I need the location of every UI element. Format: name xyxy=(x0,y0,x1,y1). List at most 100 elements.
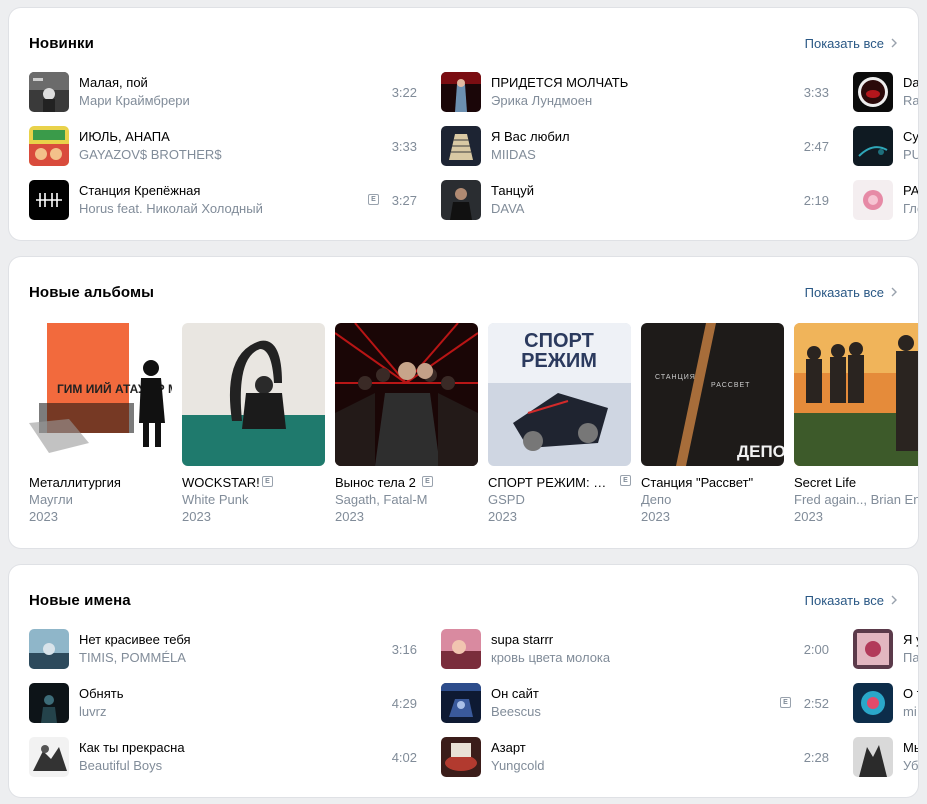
track-row[interactable]: Станция Крепёжная Horus feat. Николай Хо… xyxy=(29,173,417,227)
track-text: Танцуй DAVA xyxy=(491,182,534,218)
track-row[interactable]: Азарт Yungcold 2:28 xyxy=(441,730,829,784)
track-row[interactable]: Я Вас любил MIIDAS 2:47 xyxy=(441,119,829,173)
track-artist[interactable]: TIMIS, POMMÉLA xyxy=(79,649,191,667)
album-card[interactable]: WOCKSTAR! E White Punk 2023 xyxy=(182,323,325,525)
album-title: Металлитургия xyxy=(29,475,121,490)
track-row[interactable]: ИЮЛЬ, АНАПА GAYAZOV$ BROTHER$ 3:33 xyxy=(29,119,417,173)
track-cover xyxy=(29,629,69,669)
album-artist[interactable]: GSPD xyxy=(488,491,631,508)
cover-text: ДЕПО xyxy=(737,442,784,461)
track-text: ПРИДЕТСЯ МОЛЧАТЬ Эрика Лундмоен xyxy=(491,74,628,110)
album-card[interactable]: ГИМ ИИЙ АТАУР Р МЕТАЛЛ Металлитургия Мау… xyxy=(29,323,172,525)
track-title: Я у xyxy=(903,632,918,647)
new-names-section: Новые имена Показать все Нет красивее те… xyxy=(9,565,918,797)
track-cover xyxy=(441,126,481,166)
section-title: Новинки xyxy=(29,34,94,52)
track-artist[interactable]: mi xyxy=(903,703,918,721)
track-artist[interactable]: Horus feat. Николай Холодный xyxy=(79,200,263,218)
track-row[interactable]: Мы Уб xyxy=(853,730,918,784)
album-year: 2023 xyxy=(794,509,823,524)
track-title: Da xyxy=(903,75,918,90)
track-artist[interactable]: GAYAZOV$ BROTHER$ xyxy=(79,146,222,164)
album-title: Вынос тела 2 xyxy=(335,475,416,490)
track-artist[interactable]: Beescus xyxy=(491,703,541,721)
track-row[interactable]: Су PU xyxy=(853,119,918,173)
track-text: Малая, пой Мари Краймбрери xyxy=(79,74,190,110)
track-row[interactable]: Малая, пой Мари Краймбрери 3:22 xyxy=(29,65,417,119)
album-card[interactable]: Secret Life Fred again.., Brian Eno 2023 xyxy=(794,323,918,525)
track-artist[interactable]: Yungcold xyxy=(491,757,545,775)
show-all-link[interactable]: Показать все xyxy=(805,36,898,51)
album-artist[interactable]: Депо xyxy=(641,491,784,508)
album-title: СПОРТ РЕЖИМ: К… xyxy=(488,475,610,490)
track-cover xyxy=(441,72,481,112)
album-cover: СТАНЦИЯ РАССВЕТ ДЕПО xyxy=(641,323,784,466)
track-row[interactable]: Он сайт Beescus E 2:52 xyxy=(441,676,829,730)
track-text: Станция Крепёжная Horus feat. Николай Хо… xyxy=(79,182,263,218)
track-duration: 2:52 xyxy=(803,695,829,711)
album-card[interactable]: СТАНЦИЯ РАССВЕТ ДЕПО Станция "Рассвет" Д… xyxy=(641,323,784,525)
track-row[interactable]: Нет красивее тебя TIMIS, POMMÉLA 3:16 xyxy=(29,622,417,676)
album-card[interactable]: Вынос тела 2 E Sagath, Fatal-M 2023 xyxy=(335,323,478,525)
cover-text: СТАНЦИЯ xyxy=(655,374,696,381)
show-all-link[interactable]: Показать все xyxy=(805,285,898,300)
album-card[interactable]: СПОРТ РЕЖИМ СПОРТ РЕЖИМ: К… E GSPD 2023 xyxy=(488,323,631,525)
album-artist[interactable]: Sagath, Fatal-M xyxy=(335,491,478,508)
album-artist[interactable]: White Punk xyxy=(182,491,325,508)
track-cover xyxy=(29,180,69,220)
track-title: Он сайт xyxy=(491,686,539,701)
track-text: О т mi xyxy=(903,685,918,721)
track-duration: 4:02 xyxy=(391,749,417,765)
track-title: Мы xyxy=(903,740,918,755)
track-row[interactable]: Танцуй DAVA 2:19 xyxy=(441,173,829,227)
track-row[interactable]: Обнять luvrz 4:29 xyxy=(29,676,417,730)
track-title: Я Вас любил xyxy=(491,129,570,144)
track-text: Я Вас любил MIIDAS xyxy=(491,128,570,164)
section-title: Новые имена xyxy=(29,591,131,609)
track-row[interactable]: supa starrr кровь цвета молока 2:00 xyxy=(441,622,829,676)
track-title: О т xyxy=(903,686,918,701)
track-text: Я у Па xyxy=(903,631,918,667)
track-row[interactable]: О т mi xyxy=(853,676,918,730)
track-artist[interactable]: PU xyxy=(903,146,918,164)
track-title: Су xyxy=(903,129,918,144)
track-row[interactable]: ПРИДЕТСЯ МОЛЧАТЬ Эрика Лундмоен 3:33 xyxy=(441,65,829,119)
track-text: Мы Уб xyxy=(903,739,918,775)
track-duration: 3:16 xyxy=(391,641,417,657)
track-artist[interactable]: MIIDAS xyxy=(491,146,570,164)
album-year: 2023 xyxy=(29,509,58,524)
track-text: Как ты прекрасна Beautiful Boys xyxy=(79,739,185,775)
show-all-link[interactable]: Показать все xyxy=(805,593,898,608)
track-cover xyxy=(853,72,893,112)
track-artist[interactable]: Beautiful Boys xyxy=(79,757,185,775)
album-artist[interactable]: Маугли xyxy=(29,491,172,508)
track-artist[interactable]: Па xyxy=(903,649,918,667)
track-artist[interactable]: Ra xyxy=(903,92,918,110)
track-artist[interactable]: Гло xyxy=(903,200,918,218)
track-cover xyxy=(29,126,69,166)
track-artist[interactable]: Эрика Лундмоен xyxy=(491,92,628,110)
track-artist[interactable]: Уб xyxy=(903,757,918,775)
track-title: Как ты прекрасна xyxy=(79,740,185,755)
album-artist[interactable]: Fred again.., Brian Eno xyxy=(794,491,918,508)
track-title: supa starrr xyxy=(491,632,554,647)
track-text: Da Ra xyxy=(903,74,918,110)
track-row[interactable]: Я у Па xyxy=(853,622,918,676)
album-title: Станция "Рассвет" xyxy=(641,475,754,490)
track-row[interactable]: РА Гло xyxy=(853,173,918,227)
track-duration: 4:29 xyxy=(391,695,417,711)
track-cover xyxy=(441,629,481,669)
track-cover xyxy=(853,683,893,723)
track-artist[interactable]: кровь цвета молока xyxy=(491,649,610,667)
track-artist[interactable]: DAVA xyxy=(491,200,534,218)
track-title: ИЮЛЬ, АНАПА xyxy=(79,129,170,144)
section-title: Новые альбомы xyxy=(29,283,155,301)
track-cover xyxy=(441,683,481,723)
track-text: Су PU xyxy=(903,128,918,164)
track-row[interactable]: Da Ra xyxy=(853,65,918,119)
track-artist[interactable]: luvrz xyxy=(79,703,124,721)
track-row[interactable]: Как ты прекрасна Beautiful Boys 4:02 xyxy=(29,730,417,784)
track-duration: 3:22 xyxy=(391,84,417,100)
show-all-label: Показать все xyxy=(804,35,884,51)
track-artist[interactable]: Мари Краймбрери xyxy=(79,92,190,110)
